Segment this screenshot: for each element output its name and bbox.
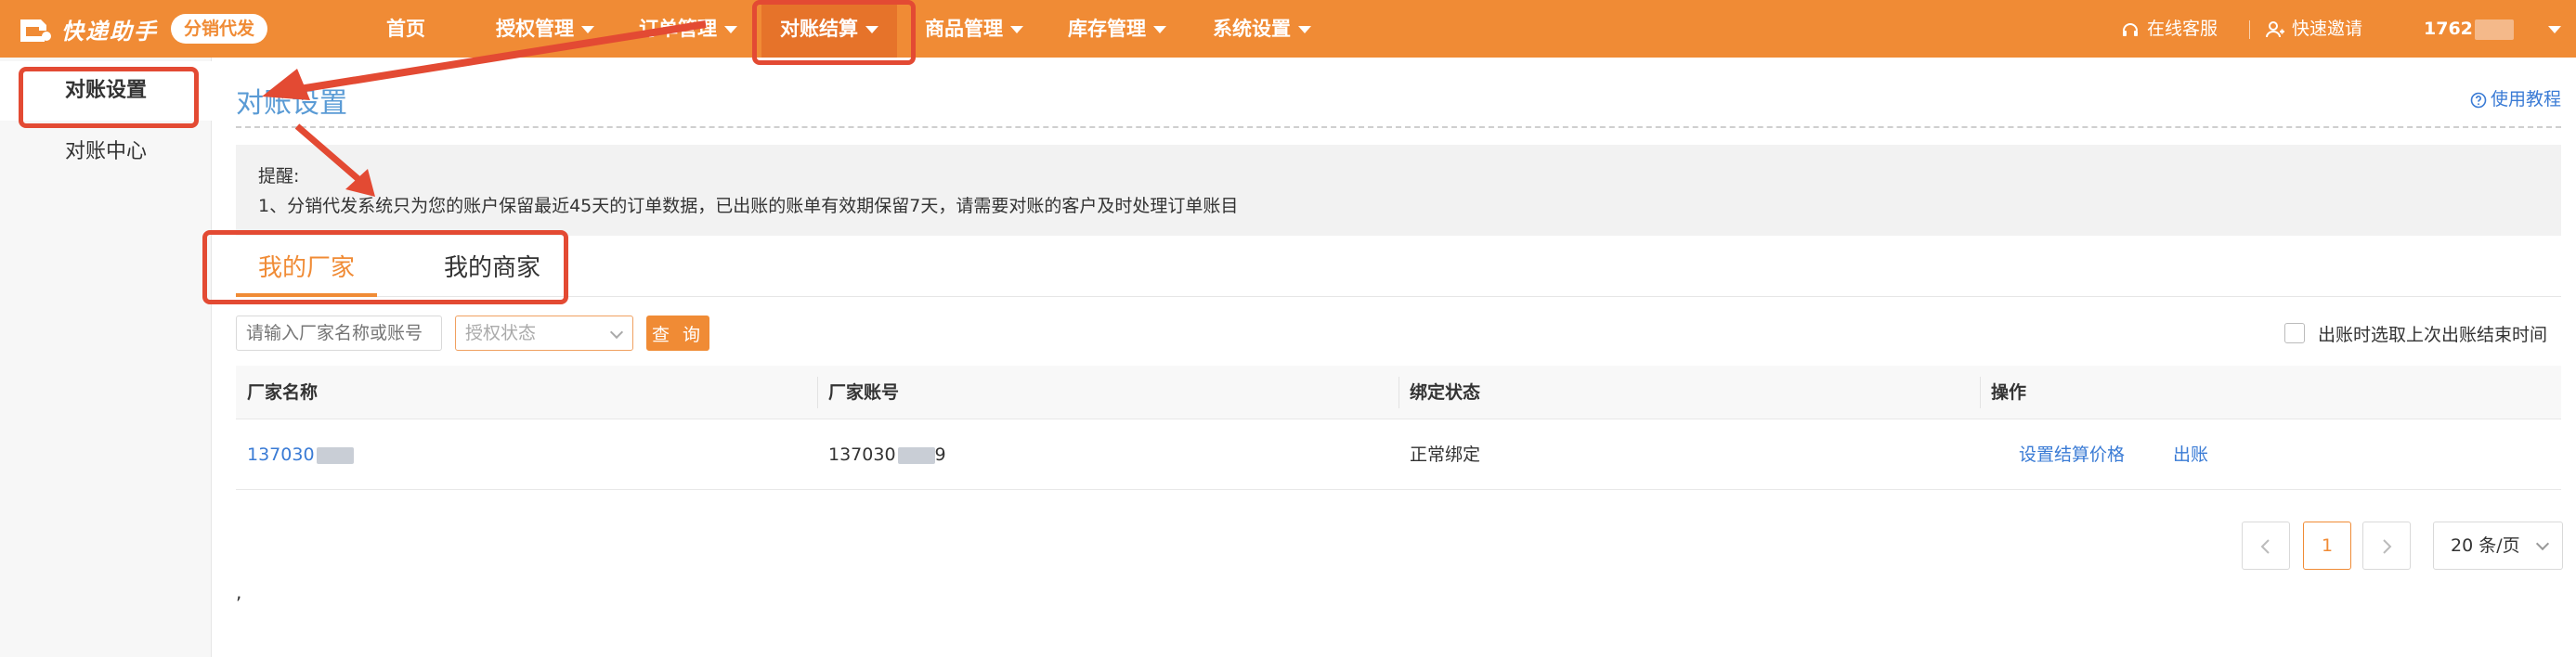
headset-icon <box>2123 22 2138 36</box>
divider <box>2249 20 2250 39</box>
nav-home[interactable]: 首页 <box>386 0 425 58</box>
stray-comma: , <box>236 581 242 603</box>
manufacturer-name-cell[interactable]: 137030 <box>247 419 354 490</box>
caret-down-icon <box>581 26 594 33</box>
title-divider <box>236 126 2561 128</box>
nav-order-management[interactable]: 订单管理 <box>639 0 737 58</box>
caret-down-icon <box>724 26 737 33</box>
column-divider <box>817 377 818 408</box>
help-tutorial-link[interactable]: 使用教程 <box>2470 85 2561 110</box>
quick-invite-link[interactable]: 快速邀请 <box>2266 0 2362 58</box>
query-button[interactable]: 查 询 <box>646 316 709 351</box>
last-billing-time-option[interactable]: 出账时选取上次出账结束时间 <box>2284 319 2547 347</box>
chevron-down-icon <box>609 325 624 340</box>
column-header-bind-status: 绑定状态 <box>1410 382 1481 403</box>
page-number-current[interactable]: 1 <box>2303 522 2351 570</box>
column-header-actions: 操作 <box>1991 382 2027 403</box>
logo[interactable]: 快递助手 <box>17 12 158 45</box>
chevron-right-icon <box>2383 538 2392 554</box>
page-size-select[interactable]: 20 条/页 <box>2433 522 2563 570</box>
set-settlement-price-link[interactable]: 设置结算价格 <box>2019 419 2125 490</box>
top-navbar: 快递助手 分销代发 首页 授权管理 订单管理 对账结算 商品管理 库存管理 系统… <box>0 0 2576 58</box>
caret-down-icon <box>1298 26 1311 33</box>
caret-down-icon <box>2547 25 2561 33</box>
issue-bill-link[interactable]: 出账 <box>2173 419 2208 490</box>
caret-down-icon <box>1153 26 1166 33</box>
checkbox[interactable] <box>2284 323 2305 343</box>
column-header-account: 厂家账号 <box>828 382 900 403</box>
masked-text <box>897 446 935 464</box>
tabs: 我的厂家 我的商家 <box>236 239 2561 297</box>
sidebar-item-reconciliation-center[interactable]: 对账中心 <box>0 122 212 182</box>
tabs-highlight-box <box>202 230 568 304</box>
notice-panel: 提醒: 1、分销代发系统只为您的账户保留最近45天的订单数据，已出账的账单有效期… <box>236 145 2561 236</box>
table-header: 厂家名称 厂家账号 绑定状态 操作 <box>236 366 2561 419</box>
logo-text: 快递助手 <box>61 18 158 45</box>
nav-inventory-management[interactable]: 库存管理 <box>1068 0 1166 58</box>
masked-text <box>316 446 354 464</box>
column-divider <box>1980 377 1981 408</box>
help-circle-icon <box>2470 92 2487 108</box>
notice-title: 提醒: <box>258 166 300 187</box>
manufacturer-account-cell: 137030 9 <box>828 444 946 465</box>
product-badge: 分销代发 <box>171 14 268 44</box>
column-header-name: 厂家名称 <box>247 382 319 403</box>
logo-icon <box>20 19 51 42</box>
table-row: 137030 137030 9 正常绑定 设置结算价格 出账 <box>236 419 2561 490</box>
page-title: 对账设置 <box>236 87 347 120</box>
nav-auth-management[interactable]: 授权管理 <box>496 0 594 58</box>
nav-highlight-box <box>752 0 916 65</box>
next-page-button[interactable] <box>2362 522 2411 570</box>
user-account-menu[interactable]: 1762 <box>2424 0 2561 58</box>
caret-down-icon <box>1010 26 1023 33</box>
manufacturer-table: 厂家名称 厂家账号 绑定状态 操作 137030 137030 9 正常绑定 设置… <box>236 366 2561 490</box>
masked-text <box>2474 19 2514 40</box>
prev-page-button[interactable] <box>2242 522 2290 570</box>
auth-status-select[interactable]: 授权状态 <box>455 316 633 351</box>
online-service-link[interactable]: 在线客服 <box>2121 0 2218 58</box>
sidebar-item-reconciliation-settings[interactable]: 对账设置 <box>0 61 212 128</box>
chevron-down-icon <box>2535 536 2550 551</box>
sidebar: 对账设置 对账中心 <box>0 58 212 657</box>
manufacturer-search-input[interactable] <box>236 316 442 351</box>
chevron-left-icon <box>2260 538 2270 554</box>
nav-system-settings[interactable]: 系统设置 <box>1213 0 1311 58</box>
user-plus-icon <box>2266 20 2284 37</box>
notice-text: 1、分销代发系统只为您的账户保留最近45天的订单数据，已出账的账单有效期保留7天… <box>258 196 1239 216</box>
nav-product-management[interactable]: 商品管理 <box>925 0 1023 58</box>
bind-status-cell: 正常绑定 <box>1410 444 1481 465</box>
